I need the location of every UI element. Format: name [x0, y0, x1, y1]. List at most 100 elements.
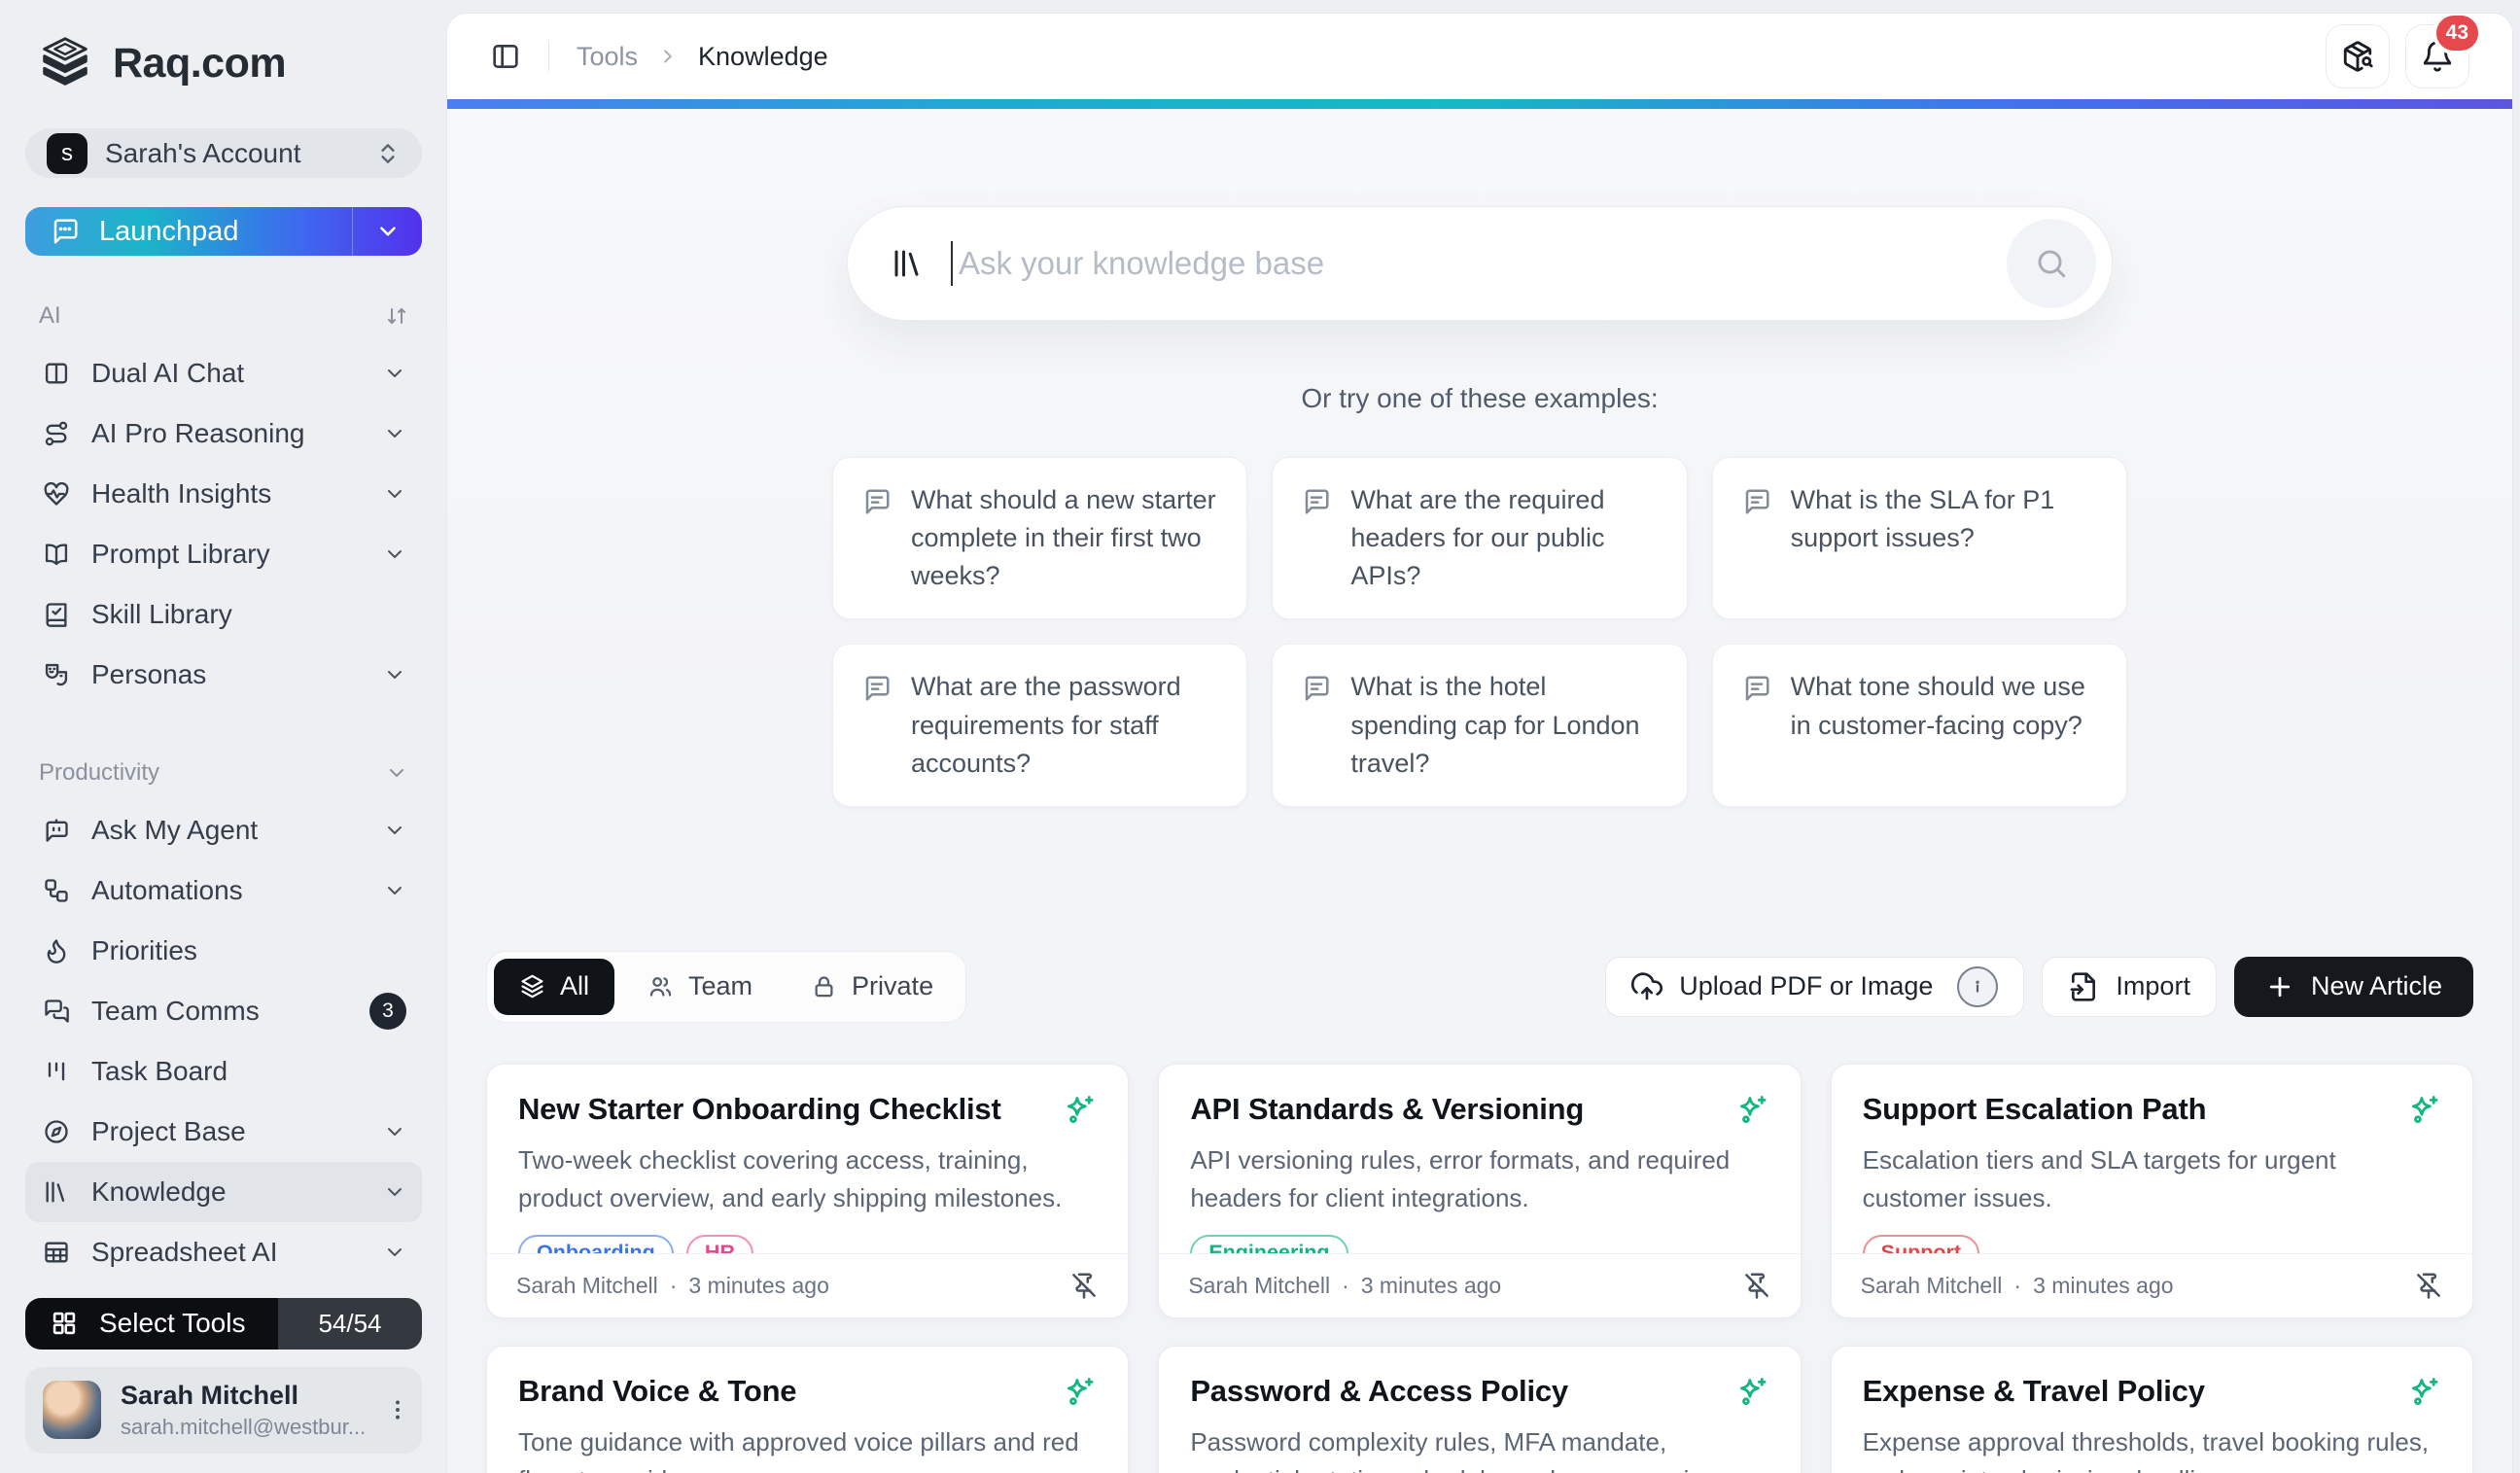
article-card-brand-voice-tone[interactable]: Brand Voice & Tone Tone guidance with ap…: [486, 1346, 1129, 1473]
knowledge-search-bar[interactable]: [847, 206, 2113, 321]
filter-tab-private[interactable]: Private: [786, 959, 959, 1015]
article-description: Expense approval thresholds, travel book…: [1863, 1423, 2441, 1473]
article-footer: Sarah Mitchell·3 minutes ago: [487, 1253, 1128, 1317]
sidebar-item-label: Spreadsheet AI: [91, 1237, 277, 1268]
ai-sparkles-icon[interactable]: [2408, 1376, 2441, 1409]
tag-support[interactable]: Support: [1863, 1235, 1979, 1253]
columns-icon: [43, 360, 70, 387]
ai-sparkles-icon[interactable]: [1064, 1094, 1097, 1127]
pin-off-icon[interactable]: [2414, 1271, 2443, 1300]
notifications-button[interactable]: 43: [2405, 24, 2469, 88]
pin-off-icon[interactable]: [1742, 1271, 1771, 1300]
examples-label: Or try one of these examples:: [447, 383, 2512, 414]
sidebar-item-label: Dual AI Chat: [91, 358, 244, 389]
sidebar-item-ask-my-agent[interactable]: Ask My Agent: [25, 800, 422, 860]
filter-tab-all[interactable]: All: [494, 959, 614, 1015]
sidebar-item-label: Automations: [91, 875, 243, 906]
search-submit-button[interactable]: [2007, 219, 2096, 308]
article-tags: Engineering: [1190, 1235, 1768, 1253]
content-area: Or try one of these examples: What shoul…: [447, 109, 2512, 1473]
example-question-text: What is the SLA for P1 support issues?: [1791, 481, 2097, 595]
new-article-button[interactable]: New Article: [2234, 957, 2473, 1017]
sidebar-item-skill-library[interactable]: Skill Library: [25, 584, 422, 645]
workflow-icon: [43, 877, 70, 904]
meta-divider: ·: [1342, 1273, 1349, 1299]
ai-sparkles-icon[interactable]: [1736, 1094, 1769, 1127]
example-question-card[interactable]: What are the required headers for our pu…: [1272, 457, 1687, 619]
chevron-down-icon: [383, 482, 406, 506]
info-icon[interactable]: [1957, 966, 1998, 1007]
ai-sparkles-icon[interactable]: [1064, 1376, 1097, 1409]
sidebar-item-ai-pro-reasoning[interactable]: AI Pro Reasoning: [25, 403, 422, 464]
tag-onboarding[interactable]: Onboarding: [518, 1235, 674, 1253]
pin-off-icon: [1069, 1271, 1099, 1300]
breadcrumb-tools[interactable]: Tools: [577, 42, 638, 72]
article-card-expense-travel-policy[interactable]: Expense & Travel Policy Expense approval…: [1831, 1346, 2473, 1473]
profile-card[interactable]: Sarah Mitchell sarah.mitchell@westbur...: [25, 1367, 422, 1454]
sidebar-item-team-comms[interactable]: Team Comms 3: [25, 981, 422, 1041]
launchpad-main[interactable]: Launchpad: [25, 207, 352, 256]
sidebar-item-label: Knowledge: [91, 1176, 227, 1208]
sidebar-item-project-base[interactable]: Project Base: [25, 1102, 422, 1162]
example-question-card[interactable]: What is the SLA for P1 support issues?: [1712, 457, 2127, 619]
sidebar-item-label: Personas: [91, 659, 206, 690]
example-question-card[interactable]: What are the password requirements for s…: [832, 644, 1247, 806]
article-title: Password & Access Policy: [1190, 1374, 1568, 1409]
example-question-card[interactable]: What should a new starter complete in th…: [832, 457, 1247, 619]
import-button[interactable]: Import: [2042, 957, 2217, 1017]
tag-engineering[interactable]: Engineering: [1190, 1235, 1348, 1253]
article-card-api-standards-versioning[interactable]: API Standards & Versioning API versionin…: [1158, 1064, 1801, 1318]
sidebar-item-prompt-library[interactable]: Prompt Library: [25, 524, 422, 584]
chevron-down-icon: [383, 1120, 406, 1143]
account-switcher[interactable]: s Sarah's Account: [25, 128, 422, 178]
sidebar-toggle-icon[interactable]: [490, 41, 521, 72]
sort-icon[interactable]: [385, 304, 408, 328]
article-author: Sarah Mitchell: [516, 1273, 658, 1299]
profile-name: Sarah Mitchell: [121, 1381, 366, 1411]
launchpad-button[interactable]: Launchpad: [25, 207, 422, 256]
lock-icon: [811, 973, 837, 1000]
article-card-support-escalation-path[interactable]: Support Escalation Path Escalation tiers…: [1831, 1064, 2473, 1318]
upload-pdf-button[interactable]: Upload PDF or Image: [1605, 957, 2024, 1017]
sidebar-item-personas[interactable]: Personas: [25, 645, 422, 705]
example-question-card[interactable]: What tone should we use in customer-faci…: [1712, 644, 2127, 806]
article-tags: Support: [1863, 1235, 2441, 1253]
package-search-button[interactable]: [2326, 24, 2390, 88]
chevron-down-icon: [383, 1180, 406, 1204]
ellipsis-menu-icon[interactable]: [385, 1397, 410, 1422]
ai-sparkles-icon[interactable]: [1736, 1376, 1769, 1409]
chevron-down-icon[interactable]: [385, 761, 408, 785]
filter-tab-team[interactable]: Team: [622, 959, 778, 1015]
example-question-card[interactable]: What is the hotel spending cap for Londo…: [1272, 644, 1687, 806]
launchpad-label: Launchpad: [99, 216, 239, 248]
select-tools-button[interactable]: Select Tools 54/54: [25, 1298, 422, 1350]
article-title: Expense & Travel Policy: [1863, 1374, 2205, 1409]
ai-sparkles-icon[interactable]: [2408, 1094, 2441, 1127]
article-card-new-starter-onboarding-checklist[interactable]: New Starter Onboarding Checklist Two-wee…: [486, 1064, 1129, 1318]
pin-off-icon[interactable]: [1069, 1271, 1099, 1300]
sidebar-item-label: Health Insights: [91, 478, 271, 509]
sidebar-item-automations[interactable]: Automations: [25, 860, 422, 921]
chevron-down-icon: [383, 1120, 406, 1143]
sidebar-item-health-insights[interactable]: Health Insights: [25, 464, 422, 524]
sidebar-item-dual-ai-chat[interactable]: Dual AI Chat: [25, 343, 422, 403]
unread-badge: 3: [369, 993, 406, 1030]
sidebar-item-label: Priorities: [91, 935, 197, 966]
sidebar-item-spreadsheet-ai[interactable]: Spreadsheet AI: [25, 1222, 422, 1282]
search-input[interactable]: [959, 245, 2007, 282]
chevron-down-icon: [383, 663, 406, 686]
article-time: 3 minutes ago: [688, 1273, 828, 1299]
sidebar-item-priorities[interactable]: Priorities: [25, 921, 422, 981]
chevron-down-icon: [383, 1241, 406, 1264]
example-question-text: What should a new starter complete in th…: [911, 481, 1217, 595]
article-card-password-access-policy[interactable]: Password & Access Policy Password comple…: [1158, 1346, 1801, 1473]
message-square-text-icon: [862, 487, 892, 516]
tag-hr[interactable]: HR: [686, 1235, 753, 1253]
sidebar-item-knowledge[interactable]: Knowledge: [25, 1162, 422, 1222]
sidebar-item-label: Team Comms: [91, 996, 260, 1027]
article-body: API Standards & Versioning API versionin…: [1159, 1065, 1800, 1253]
article-title: Support Escalation Path: [1863, 1092, 2207, 1127]
message-square-text-icon: [1302, 487, 1331, 516]
launchpad-dropdown[interactable]: [352, 207, 422, 256]
sidebar-item-task-board[interactable]: Task Board: [25, 1041, 422, 1102]
